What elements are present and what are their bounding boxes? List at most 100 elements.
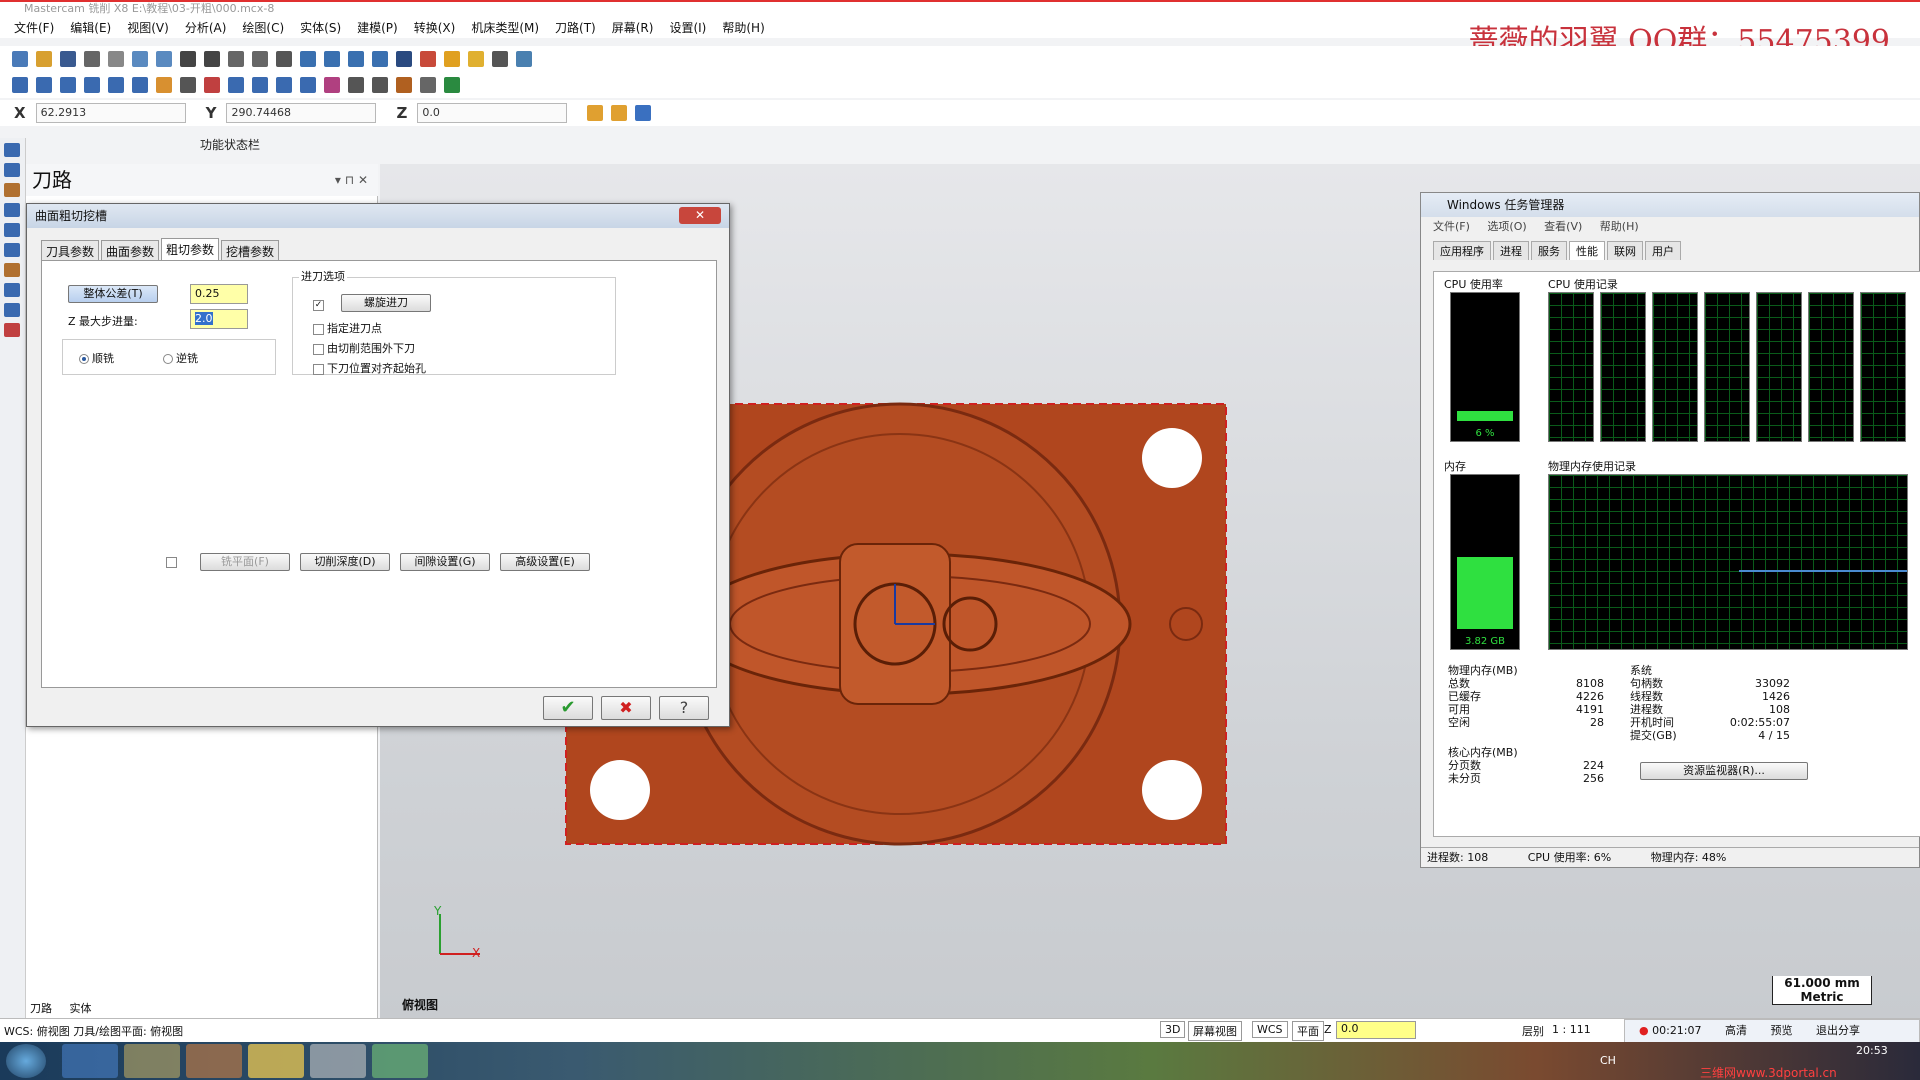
taskmgr-menu-help[interactable]: 帮助(H) bbox=[1600, 220, 1639, 233]
select-icon[interactable] bbox=[4, 143, 20, 157]
menu-view[interactable]: 视图(V) bbox=[127, 19, 169, 36]
zoom-window-icon[interactable] bbox=[204, 51, 220, 67]
climb-option[interactable]: 顺铣 bbox=[79, 350, 114, 366]
z-depth-field[interactable]: 0.0 bbox=[1336, 1021, 1416, 1039]
arc-icon[interactable] bbox=[108, 77, 124, 93]
menu-help[interactable]: 帮助(H) bbox=[722, 19, 764, 36]
boolean-icon[interactable] bbox=[4, 263, 20, 277]
menu-toolpaths[interactable]: 刀路(T) bbox=[555, 19, 596, 36]
clock[interactable]: 20:53 bbox=[1856, 1044, 1888, 1057]
shade-icon[interactable] bbox=[396, 51, 412, 67]
panel-controls[interactable]: ▾ ⊓ ✕ bbox=[335, 164, 368, 196]
print-icon[interactable] bbox=[84, 51, 100, 67]
measure-icon[interactable] bbox=[468, 51, 484, 67]
ie-icon[interactable] bbox=[62, 1044, 118, 1078]
align-hole-checkbox[interactable] bbox=[313, 363, 324, 375]
screen-view-button[interactable]: 屏幕视图 bbox=[1188, 1021, 1242, 1041]
conventional-option[interactable]: 逆铣 bbox=[163, 350, 198, 366]
rectangle-icon[interactable] bbox=[84, 77, 100, 93]
fastpoint-icon[interactable] bbox=[611, 105, 628, 121]
face-mill-button[interactable]: 铣平面(F) bbox=[200, 553, 290, 571]
tab-users[interactable]: 用户 bbox=[1645, 241, 1681, 260]
climb-radio[interactable] bbox=[79, 354, 89, 364]
dimension-icon[interactable] bbox=[348, 77, 364, 93]
resource-monitor-button[interactable]: 资源监视器(R)... bbox=[1640, 762, 1808, 780]
hd-button[interactable]: 高清 bbox=[1725, 1024, 1747, 1037]
preview-icon[interactable] bbox=[108, 51, 124, 67]
fit-icon[interactable] bbox=[180, 51, 196, 67]
sphere-icon[interactable] bbox=[372, 51, 388, 67]
menu-create[interactable]: 绘图(C) bbox=[242, 19, 284, 36]
conventional-radio[interactable] bbox=[163, 354, 173, 364]
menu-settings[interactable]: 设置(I) bbox=[669, 19, 706, 36]
entry-option-1[interactable]: 指定进刀点 bbox=[313, 320, 382, 336]
new-icon[interactable] bbox=[12, 51, 28, 67]
tab-performance[interactable]: 性能 bbox=[1569, 241, 1605, 260]
info-icon[interactable] bbox=[635, 105, 652, 121]
tolerance-button[interactable]: 整体公差(T) bbox=[68, 285, 158, 303]
zoom-out-icon[interactable] bbox=[252, 51, 268, 67]
shell-icon[interactable] bbox=[4, 283, 20, 297]
menu-solids[interactable]: 实体(S) bbox=[300, 19, 341, 36]
menu-machine[interactable]: 机床类型(M) bbox=[471, 19, 539, 36]
spline-icon[interactable] bbox=[132, 77, 148, 93]
face-mill-checkbox[interactable] bbox=[166, 557, 177, 568]
language-indicator[interactable]: CH bbox=[1600, 1054, 1616, 1067]
help-icon[interactable] bbox=[492, 51, 508, 67]
backplot-icon[interactable] bbox=[420, 77, 436, 93]
tab-applications[interactable]: 应用程序 bbox=[1433, 241, 1491, 260]
cut-depth-button[interactable]: 切削深度(D) bbox=[300, 553, 390, 571]
3d-toggle[interactable]: 3D bbox=[1160, 1021, 1186, 1038]
menu-analyze[interactable]: 分析(A) bbox=[185, 19, 227, 36]
y-coord-field[interactable]: 290.74468 bbox=[226, 103, 377, 123]
taskmgr-menu-options[interactable]: 选项(O) bbox=[1487, 220, 1526, 233]
redo-icon[interactable] bbox=[156, 51, 172, 67]
save-icon[interactable] bbox=[60, 51, 76, 67]
media-player-icon[interactable] bbox=[186, 1044, 242, 1078]
rotate-icon[interactable] bbox=[276, 51, 292, 67]
extrude-icon[interactable] bbox=[4, 203, 20, 217]
taskmgr-menu-file[interactable]: 文件(F) bbox=[1433, 220, 1470, 233]
entry-point-checkbox[interactable] bbox=[313, 323, 324, 335]
taskmgr-menu-view[interactable]: 查看(V) bbox=[1544, 220, 1582, 233]
zstep-field[interactable]: 2.0 bbox=[190, 309, 248, 329]
tab-networking[interactable]: 联网 bbox=[1607, 241, 1643, 260]
tab-solids[interactable]: 实体 bbox=[70, 1002, 92, 1015]
undo-icon[interactable] bbox=[132, 51, 148, 67]
wire-icon[interactable] bbox=[420, 51, 436, 67]
scale-icon[interactable] bbox=[276, 77, 292, 93]
fillet-icon[interactable] bbox=[156, 77, 172, 93]
pencil-icon[interactable] bbox=[444, 51, 460, 67]
draft-icon[interactable] bbox=[4, 303, 20, 317]
tolerance-field[interactable]: 0.25 bbox=[190, 284, 248, 304]
tab-toolpaths[interactable]: 刀路 bbox=[30, 1002, 52, 1015]
zoom-icon[interactable] bbox=[228, 51, 244, 67]
menu-edit[interactable]: 编辑(E) bbox=[70, 19, 111, 36]
sweep-icon[interactable] bbox=[4, 243, 20, 257]
open-icon[interactable] bbox=[36, 51, 52, 67]
menu-model[interactable]: 建模(P) bbox=[357, 19, 398, 36]
tab-rough-params[interactable]: 粗切参数 bbox=[161, 238, 220, 262]
grid-icon[interactable] bbox=[516, 51, 532, 67]
surface-icon[interactable] bbox=[324, 77, 340, 93]
task-manager-icon[interactable] bbox=[372, 1044, 428, 1078]
menu-screen[interactable]: 屏幕(R) bbox=[612, 19, 654, 36]
start-button[interactable] bbox=[6, 1044, 46, 1078]
autocursor-icon[interactable] bbox=[587, 105, 604, 121]
mastercam-icon[interactable] bbox=[310, 1044, 366, 1078]
dialog-close-button[interactable]: ✕ bbox=[679, 207, 721, 224]
verify-icon[interactable] bbox=[444, 77, 460, 93]
x-coord-field[interactable]: 62.2913 bbox=[35, 103, 186, 123]
cancel-button[interactable]: ✖ bbox=[601, 696, 651, 720]
point-icon[interactable] bbox=[12, 77, 28, 93]
z-coord-field[interactable]: 0.0 bbox=[417, 103, 568, 123]
revolve-icon[interactable] bbox=[4, 223, 20, 237]
outside-entry-checkbox[interactable] bbox=[313, 343, 324, 355]
mirror-icon[interactable] bbox=[252, 77, 268, 93]
explorer-icon[interactable] bbox=[124, 1044, 180, 1078]
chain-icon[interactable] bbox=[4, 163, 20, 177]
translate-icon[interactable] bbox=[228, 77, 244, 93]
wcs-button[interactable]: WCS bbox=[1252, 1021, 1288, 1038]
tab-processes[interactable]: 进程 bbox=[1493, 241, 1529, 260]
qq-icon[interactable] bbox=[248, 1044, 304, 1078]
